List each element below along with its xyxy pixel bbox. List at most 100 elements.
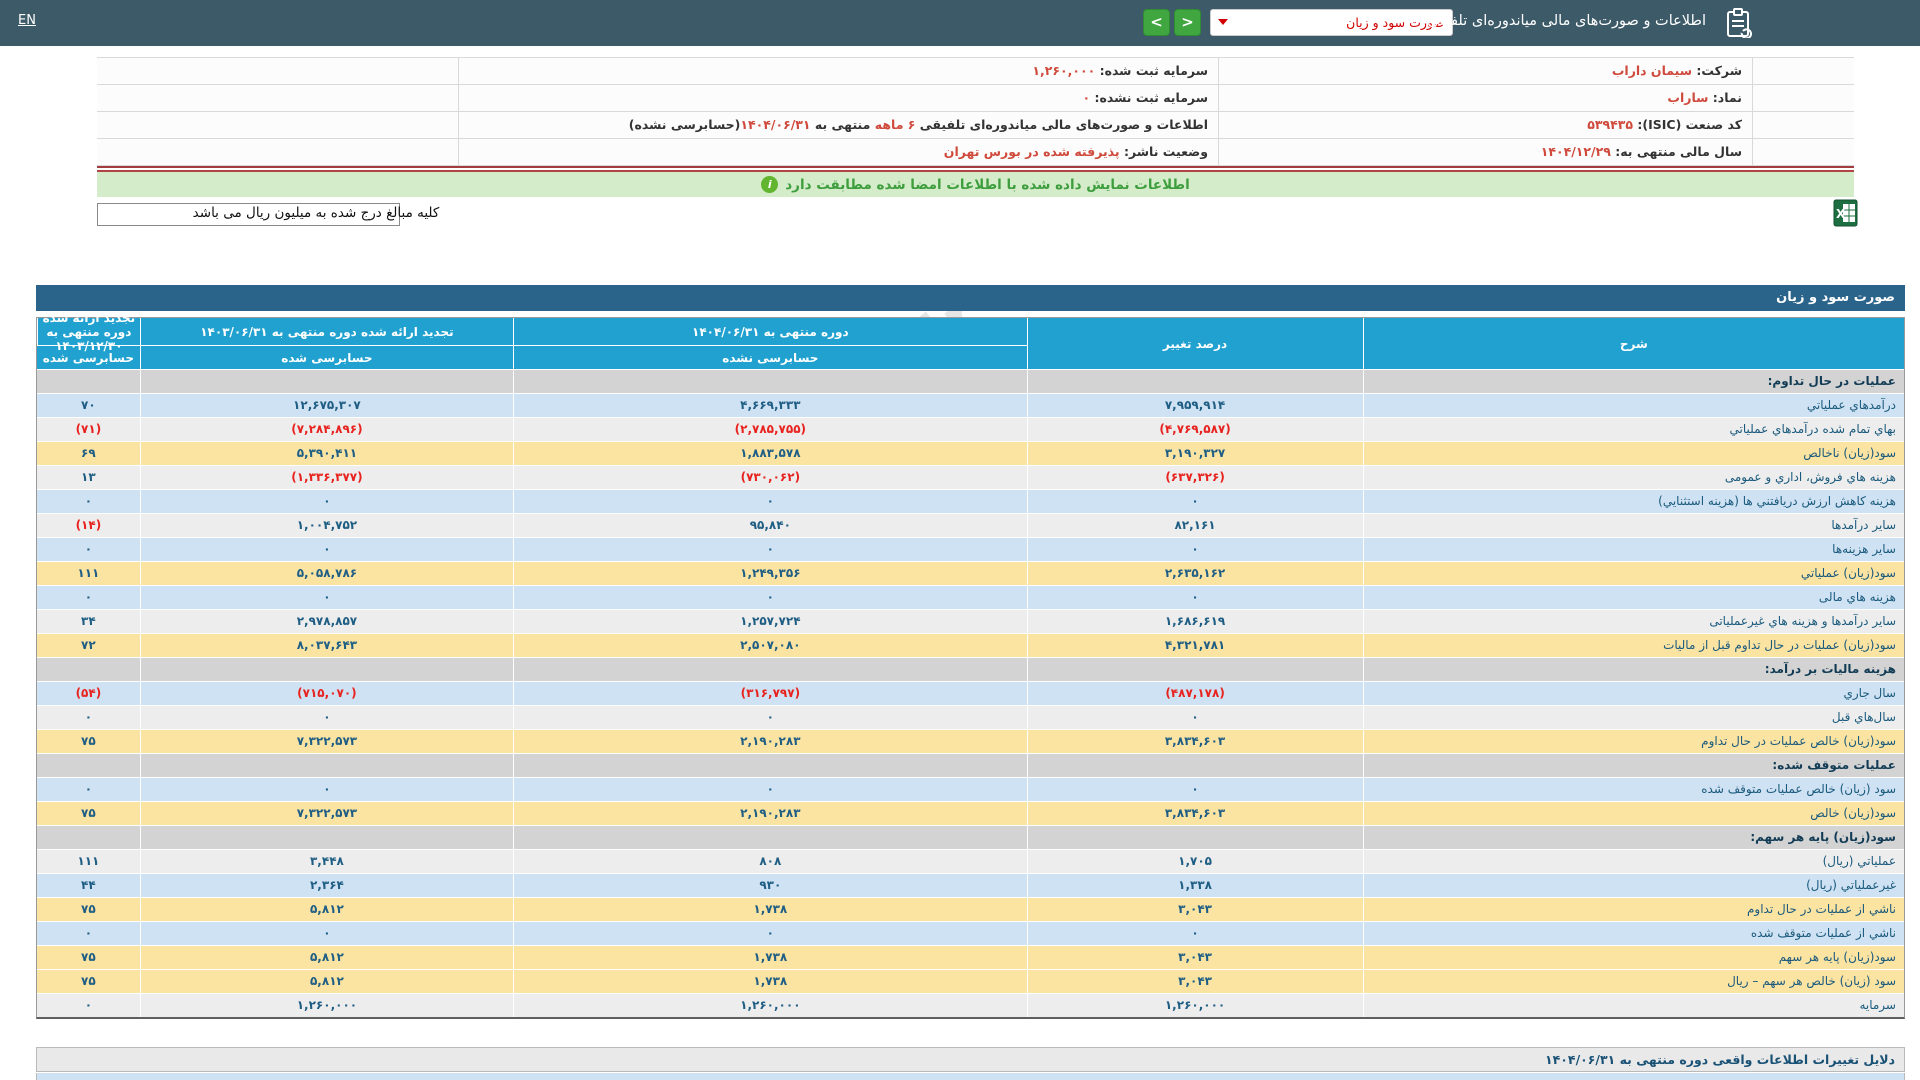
value-restated-yearend: ۵,۸۱۲ <box>140 970 513 993</box>
language-en-link[interactable]: EN <box>18 13 36 28</box>
section-row: عملیات در حال تداوم: <box>37 369 1904 393</box>
section-row: هزینه مالیات بر درآمد: <box>37 657 1904 681</box>
row-label: سود (زیان) خالص عملیات متوقف شده <box>1363 778 1904 801</box>
info-mid-cell: وضعیت ناشر: پذیرفته شده در بورس تهران <box>458 139 1218 165</box>
value-restated-yearend: ۱,۲۶۰,۰۰۰ <box>140 994 513 1017</box>
value-percent-change: ۰ <box>37 706 140 729</box>
signature-match-banner: اطلاعات نمایش داده شده با اطلاعات امضا ش… <box>97 170 1854 197</box>
svg-text:X: X <box>1836 207 1846 221</box>
table-row: سایر درآمدها۸۲,۱۶۱۹۵,۸۴۰۱,۰۰۴,۷۵۲(۱۴) <box>37 513 1904 537</box>
table-row: ناشي از عملیات در حال تداوم۳,۰۴۳۱,۷۳۸۵,۸… <box>37 897 1904 921</box>
info-label: شرکت: <box>1692 63 1742 78</box>
value-restated-midyear: ۱,۲۴۹,۳۵۶ <box>513 562 1026 585</box>
table-row: هزینه کاهش ارزش دریافتني ها (هزینه استثن… <box>37 489 1904 513</box>
row-label: هزینه کاهش ارزش دریافتني ها (هزینه استثن… <box>1363 490 1904 513</box>
value-current: ۴,۳۲۱,۷۸۱ <box>1027 634 1363 657</box>
info-label-cell: سال مالی منتهی به: ۱۴۰۴/۱۲/۲۹ <box>1218 139 1752 165</box>
info-row: کد صنعت (ISIC): ۵۳۹۴۳۵اطلاعات و صورت‌های… <box>97 112 1854 139</box>
clipboard-report-icon <box>1725 8 1752 42</box>
value-current: (۶۳۷,۳۲۶) <box>1027 466 1363 489</box>
empty-cell <box>1027 826 1363 849</box>
value-restated-yearend: ۰ <box>140 922 513 945</box>
value-current: ۰ <box>1027 706 1363 729</box>
value-restated-yearend: ۵,۸۱۲ <box>140 898 513 921</box>
value-percent-change: (۱۴) <box>37 514 140 537</box>
info-value: ۶ ماهه <box>875 117 916 132</box>
value-percent-change: ۰ <box>37 778 140 801</box>
info-mid-cell: سرمایه ثبت شده: ۱,۲۶۰,۰۰۰ <box>458 58 1218 84</box>
value-restated-yearend: ۲,۳۶۴ <box>140 874 513 897</box>
value-restated-yearend: ۵,۳۹۰,۴۱۱ <box>140 442 513 465</box>
row-label: سود(زیان) عملیات در حال تداوم قبل از مال… <box>1363 634 1904 657</box>
value-current: ۰ <box>1027 490 1363 513</box>
info-label: (حسابرسی نشده) <box>629 117 741 132</box>
section-label: عملیات در حال تداوم: <box>1363 370 1904 393</box>
table-row: هزینه هاي مالی۰۰۰۰ <box>37 585 1904 609</box>
chevron-down-icon <box>1218 19 1228 25</box>
empty-cell <box>513 826 1026 849</box>
value-restated-midyear: (۲,۷۸۵,۷۵۵) <box>513 418 1026 441</box>
info-value: ۵۳۹۴۳۵ <box>1587 117 1633 132</box>
excel-export-icon[interactable]: X <box>1833 199 1858 231</box>
row-label: سایر درآمدها <box>1363 514 1904 537</box>
empty-cell <box>140 370 513 393</box>
row-label: سال‌هاي قبل <box>1363 706 1904 729</box>
header-restated-yearend-audit: حسابرسی شده <box>37 345 140 369</box>
empty-cell <box>513 658 1026 681</box>
value-restated-midyear: ۱,۷۳۸ <box>513 970 1026 993</box>
info-row: نماد: سارابسرمایه ثبت نشده: ۰ <box>97 85 1854 112</box>
value-restated-yearend: ۰ <box>140 586 513 609</box>
value-current: ۱,۳۳۸ <box>1027 874 1363 897</box>
statement-header: شرح دوره منتهی به ۱۴۰۴/۰۶/۳۱ تجدید ارائه… <box>37 318 1904 369</box>
row-label: ناشي از عملیات در حال تداوم <box>1363 898 1904 921</box>
value-restated-midyear: ۰ <box>513 490 1026 513</box>
statement-grid: شرح دوره منتهی به ۱۴۰۴/۰۶/۳۱ تجدید ارائه… <box>36 317 1905 1019</box>
value-restated-yearend: (۱,۳۳۶,۳۷۷) <box>140 466 513 489</box>
info-label: منتهی به <box>811 117 875 132</box>
value-percent-change: ۱۳ <box>37 466 140 489</box>
row-label: هزینه هاي مالی <box>1363 586 1904 609</box>
value-percent-change: ۱۱۱ <box>37 562 140 585</box>
table-row: سایر هزینه‌ها۰۰۰۰ <box>37 537 1904 561</box>
value-restated-midyear: ۰ <box>513 778 1026 801</box>
value-restated-midyear: ۲,۱۹۰,۲۸۳ <box>513 802 1026 825</box>
table-row: درآمدهاي عملیاتي۷,۹۵۹,۹۱۴۴,۶۶۹,۳۳۳۱۲,۶۷۵… <box>37 393 1904 417</box>
empty-cell <box>140 826 513 849</box>
info-row: شرکت: سیمان دارابسرمایه ثبت شده: ۱,۲۶۰,۰… <box>97 58 1854 85</box>
table-row: هزینه هاي فروش، اداري و عمومی(۶۳۷,۳۲۶)(۷… <box>37 465 1904 489</box>
empty-cell <box>1027 658 1363 681</box>
previous-statement-button[interactable]: < <box>1143 9 1170 36</box>
empty-cell <box>37 370 140 393</box>
statement-type-dropdown[interactable]: صورت سود و زیان <box>1210 9 1453 36</box>
value-restated-yearend: ۰ <box>140 706 513 729</box>
table-row: ناشي از عملیات متوقف شده۰۰۰۰ <box>37 921 1904 945</box>
value-current: ۳,۰۴۳ <box>1027 970 1363 993</box>
next-statement-button[interactable]: > <box>1174 9 1201 36</box>
value-restated-midyear: ۰ <box>513 922 1026 945</box>
table-row: سرمایه۱,۲۶۰,۰۰۰۱,۲۶۰,۰۰۰۱,۲۶۰,۰۰۰۰ <box>37 993 1904 1017</box>
info-empty-cell-left <box>97 112 458 138</box>
value-restated-yearend: ۸,۰۳۷,۶۴۳ <box>140 634 513 657</box>
table-row: سود(زیان) پایه هر سهم۳,۰۴۳۱,۷۳۸۵,۸۱۲۷۵ <box>37 945 1904 969</box>
info-value: پذیرفته شده در بورس تهران <box>944 144 1120 159</box>
company-info-table: شرکت: سیمان دارابسرمایه ثبت شده: ۱,۲۶۰,۰… <box>97 57 1854 168</box>
empty-cell <box>37 754 140 777</box>
value-restated-yearend: ۰ <box>140 490 513 513</box>
info-label: سرمایه ثبت شده: <box>1095 63 1208 78</box>
value-percent-change: ۷۵ <box>37 946 140 969</box>
value-current: ۱,۶۸۶,۶۱۹ <box>1027 610 1363 633</box>
value-restated-yearend: ۱۲,۶۷۵,۳۰۷ <box>140 394 513 417</box>
info-empty-cell-right <box>1752 85 1854 111</box>
value-current: ۳,۱۹۰,۳۲۷ <box>1027 442 1363 465</box>
value-percent-change: ۷۵ <box>37 802 140 825</box>
value-current: ۳,۸۳۴,۶۰۳ <box>1027 802 1363 825</box>
row-label: سود(زیان) ناخالص <box>1363 442 1904 465</box>
empty-cell <box>513 370 1026 393</box>
value-percent-change: ۰ <box>37 586 140 609</box>
info-label: سرمایه ثبت نشده: <box>1090 90 1208 105</box>
table-row: سود (زیان) خالص هر سهم – ریال۳,۰۴۳۱,۷۳۸۵… <box>37 969 1904 993</box>
info-circle-icon: i <box>761 176 778 193</box>
section-label: عملیات متوقف شده: <box>1363 754 1904 777</box>
value-restated-midyear: ۱,۸۸۳,۵۷۸ <box>513 442 1026 465</box>
header-percent-change: درصد تغییر <box>1027 318 1363 369</box>
